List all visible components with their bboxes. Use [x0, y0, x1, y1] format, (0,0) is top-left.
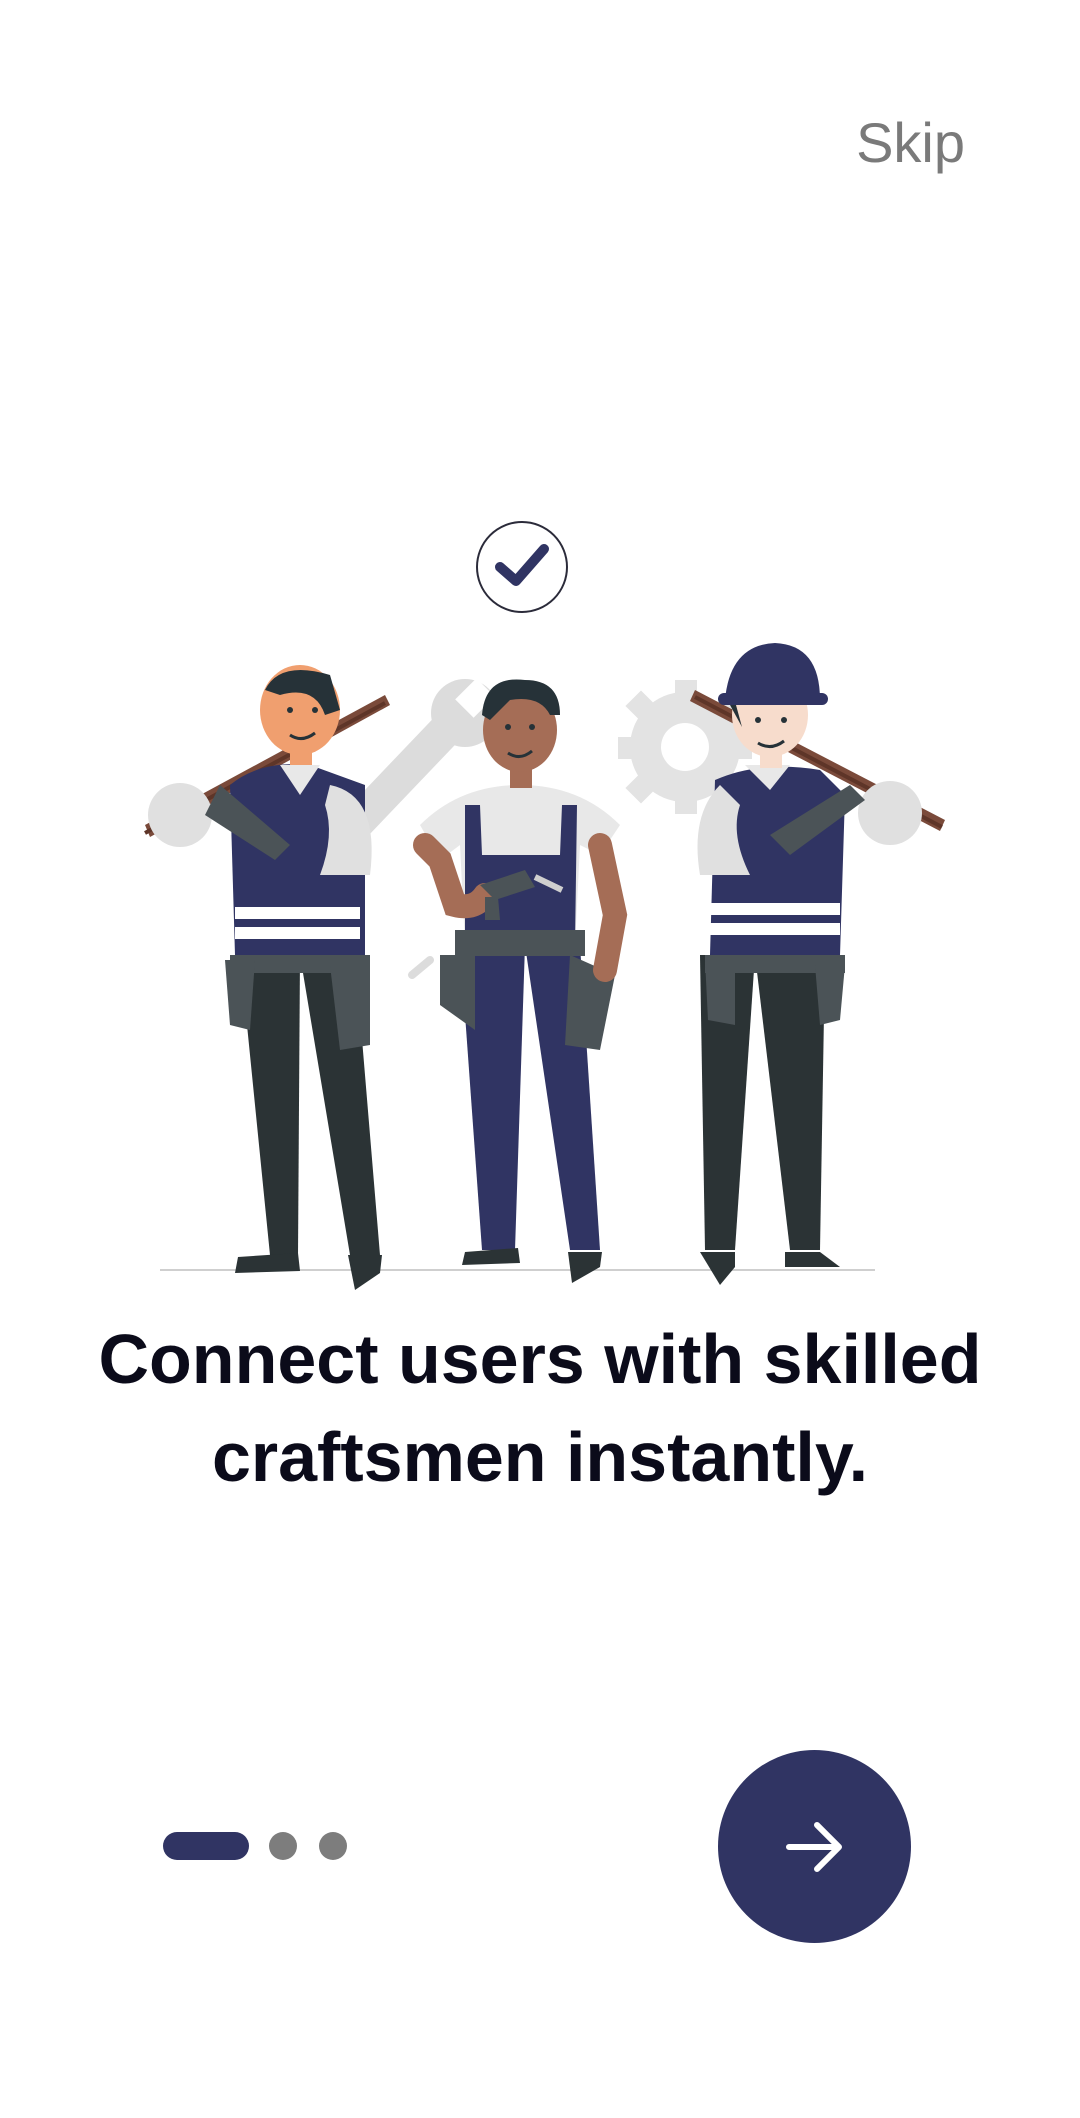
checkmark-icon	[476, 521, 568, 613]
onboarding-headline: Connect users with skilled craftsmen ins…	[0, 1310, 1080, 1506]
headline-line-2: craftsmen instantly.	[211, 1418, 869, 1496]
next-button[interactable]	[718, 1750, 911, 1943]
page-dot-1-active	[163, 1832, 249, 1860]
worker-middle	[408, 679, 628, 1283]
three-craftsmen-illustration	[144, 521, 945, 1290]
headline-line-1: Connect users with skilled	[98, 1320, 982, 1398]
page-dot-3	[319, 1832, 347, 1860]
arrow-right-icon	[785, 1821, 842, 1872]
page-dot-2	[269, 1832, 297, 1860]
skip-button[interactable]: Skip	[856, 110, 965, 175]
worker-left	[144, 665, 390, 1290]
